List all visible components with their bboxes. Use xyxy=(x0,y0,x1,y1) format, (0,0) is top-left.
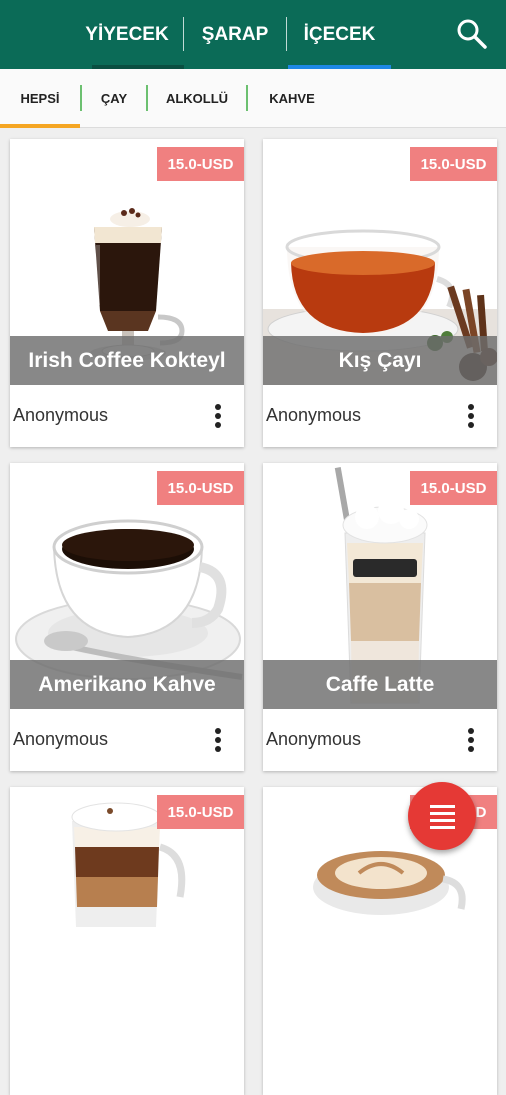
more-vert-icon[interactable] xyxy=(461,725,481,755)
author-label: Anonymous xyxy=(13,405,109,425)
author-label: Anonymous xyxy=(266,405,362,425)
tab-food[interactable]: YİYECEK xyxy=(72,0,182,69)
product-card[interactable]: 15.0-USD Caffe Latte Anonymous xyxy=(263,463,497,771)
filter-coffee[interactable]: KAHVE xyxy=(248,69,336,127)
more-vert-icon[interactable] xyxy=(208,725,228,755)
tab-wine[interactable]: ŞARAP xyxy=(186,0,284,69)
menu-fab[interactable] xyxy=(408,782,476,850)
filter-tea[interactable]: ÇAY xyxy=(82,69,146,127)
tab-divider xyxy=(286,17,287,51)
author-label: Anonymous xyxy=(266,729,362,749)
filter-alcoholic[interactable]: ALKOLLÜ xyxy=(148,69,246,127)
author-label: Anonymous xyxy=(13,729,109,749)
product-title: Caffe Latte xyxy=(263,660,497,709)
price-badge: 15.0-USD xyxy=(157,795,244,829)
top-app-bar: YİYECEK ŞARAP İÇECEK xyxy=(0,0,506,69)
price-badge: 15.0-USD xyxy=(157,471,244,505)
tab-divider xyxy=(183,17,184,51)
more-vert-icon[interactable] xyxy=(461,401,481,431)
product-title: Kış Çayı xyxy=(263,336,497,385)
product-card[interactable]: 15.0-USD Kış Çayı Anonymous xyxy=(263,139,497,447)
product-title: Amerikano Kahve xyxy=(10,660,244,709)
product-card[interactable]: 15.0-USD Amerikano Kahve Anonymous xyxy=(10,463,244,771)
price-badge: 15.0-USD xyxy=(157,147,244,181)
more-vert-icon[interactable] xyxy=(208,401,228,431)
product-card[interactable]: 15.0-USD Irish Coffee Kokteyl Anonymous xyxy=(10,139,244,447)
price-badge: 15.0-USD xyxy=(410,471,497,505)
product-title: Irish Coffee Kokteyl xyxy=(10,336,244,385)
filter-all[interactable]: HEPSİ xyxy=(0,69,80,127)
search-icon[interactable] xyxy=(452,14,492,54)
filter-bar: HEPSİ ÇAY ALKOLLÜ KAHVE xyxy=(0,69,506,128)
active-filter-indicator xyxy=(0,124,80,128)
product-card[interactable]: 15.0-USD xyxy=(10,787,244,1095)
price-badge: 15.0-USD xyxy=(410,147,497,181)
tab-drinks[interactable]: İÇECEK xyxy=(288,0,391,69)
